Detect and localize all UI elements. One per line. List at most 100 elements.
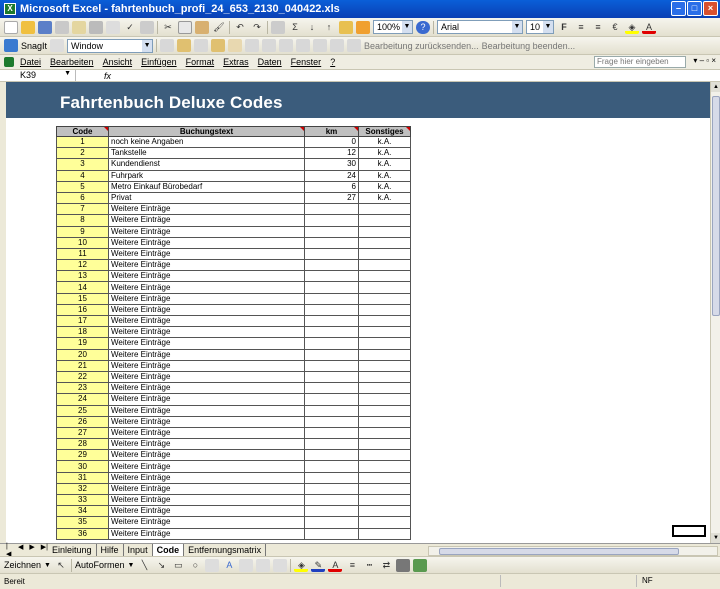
cell-km[interactable] [304,225,359,238]
format-painter-icon[interactable]: 🖌 [212,21,226,34]
workbook-icon[interactable] [4,57,14,67]
review-icon[interactable] [262,39,277,52]
review-icon[interactable] [160,39,175,52]
menu-format[interactable]: Format [186,57,215,67]
cell-buchungstext[interactable]: Weitere Einträge [108,203,305,216]
review-icon[interactable] [313,39,328,52]
cell-km[interactable] [304,259,359,272]
column-header-code[interactable]: Code [56,126,109,137]
diagram-icon[interactable] [239,558,254,572]
cell-km[interactable] [304,449,359,462]
cell-code[interactable]: 6 [56,191,109,205]
dash-style-icon[interactable]: ┅ [362,559,376,572]
cell-buchungstext[interactable]: Weitere Einträge [108,225,305,238]
draw-menu-button[interactable]: Zeichnen [4,560,41,570]
cell-km[interactable]: 12 [304,147,359,160]
cell-km[interactable] [304,326,359,339]
cell-code[interactable]: 13 [56,270,109,283]
cell-sonstiges[interactable] [358,471,411,484]
cell-sonstiges[interactable] [358,337,411,350]
cell-km[interactable]: 0 [304,135,359,149]
fill-color-icon[interactable]: ◈ [294,559,309,572]
copy-icon[interactable] [178,20,192,34]
cell-sonstiges[interactable] [358,247,411,261]
select-objects-icon[interactable]: ↖ [54,559,68,572]
menu-einfuegen[interactable]: Einfügen [141,57,177,67]
cell-code[interactable]: 28 [56,438,109,451]
cell-sonstiges[interactable] [358,393,411,406]
cell-code[interactable]: 12 [56,259,109,272]
tab-input[interactable]: Input [124,544,153,556]
cell-km[interactable] [304,337,359,350]
zoom-select[interactable]: 100% ▼ [373,20,413,34]
hyperlink-icon[interactable] [271,20,285,34]
close-button[interactable]: × [703,1,718,16]
cell-buchungstext[interactable]: Privat [108,191,305,205]
cell-sonstiges[interactable] [358,236,411,249]
cell-code[interactable]: 17 [56,314,109,328]
cell-km[interactable] [304,270,359,283]
sort-ascending-icon[interactable]: ↓ [305,21,319,34]
cell-code[interactable]: 31 [56,471,109,484]
cell-code[interactable]: 18 [56,326,109,339]
menu-datei[interactable]: Datei [20,57,41,67]
cell-code[interactable]: 14 [56,281,109,294]
cell-sonstiges[interactable]: k.A. [358,147,411,160]
cell-sonstiges[interactable] [358,326,411,339]
permission-icon[interactable] [55,20,69,34]
cell-code[interactable]: 36 [56,527,109,540]
clipart-icon[interactable] [256,558,271,572]
cell-sonstiges[interactable] [358,482,411,496]
cell-code[interactable]: 8 [56,214,109,227]
scroll-up-icon[interactable]: ▲ [711,82,720,92]
column-header-sonstiges[interactable]: Sonstiges [358,126,411,137]
cell-sonstiges[interactable] [358,438,411,451]
cell-sonstiges[interactable]: k.A. [358,169,411,182]
cell-sonstiges[interactable] [358,415,411,428]
cell-km[interactable] [304,527,359,540]
euro-icon[interactable]: € [608,21,622,34]
name-box[interactable]: K39 ▼ [0,70,76,81]
help-search-input[interactable]: Frage hier eingeben [594,56,686,68]
fill-color-icon[interactable]: ◈ [625,21,639,34]
cell-code[interactable]: 35 [56,516,109,529]
cell-sonstiges[interactable] [358,505,411,518]
cell-km[interactable] [304,415,359,428]
cell-sonstiges[interactable] [358,225,411,238]
cell-km[interactable] [304,214,359,227]
tab-entfernungsmatrix[interactable]: Entfernungsmatrix [184,544,267,556]
cell-code[interactable]: 23 [56,382,109,395]
font-size-select[interactable]: 10 ▼ [526,20,554,34]
align-left-icon[interactable]: ≡ [574,21,588,34]
cell-sonstiges[interactable] [358,281,411,294]
cell-buchungstext[interactable]: Weitere Einträge [108,493,305,507]
textbox-icon[interactable] [205,558,220,572]
cell-km[interactable]: 30 [304,158,359,171]
cell-km[interactable] [304,438,359,451]
cell-code[interactable]: 27 [56,426,109,440]
maximize-button[interactable]: □ [687,1,702,16]
cell-km[interactable] [304,292,359,305]
review-icon[interactable] [330,39,345,52]
font-select[interactable]: Arial ▼ [437,20,523,34]
drawing-icon[interactable] [356,20,370,34]
tab-hilfe[interactable]: Hilfe [97,544,124,556]
cell-code[interactable]: 26 [56,415,109,428]
review-icon[interactable] [211,39,226,52]
cell-sonstiges[interactable]: k.A. [358,180,411,193]
cell-buchungstext[interactable]: Weitere Einträge [108,527,305,540]
cell-code[interactable]: 10 [56,236,109,249]
cell-code[interactable]: 20 [56,348,109,361]
cell-km[interactable] [304,382,359,395]
spellcheck-icon[interactable]: ✓ [123,21,137,34]
cell-km[interactable] [304,460,359,473]
cell-km[interactable] [304,281,359,294]
cell-code[interactable]: 2 [56,147,109,160]
line-icon[interactable]: ╲ [137,559,151,572]
snagit-mode-select[interactable]: Window ▼ [67,38,154,53]
cell-buchungstext[interactable]: Tankstelle [108,147,305,160]
cell-buchungstext[interactable]: Weitere Einträge [108,270,305,283]
save-icon[interactable] [38,20,52,34]
line-color-icon[interactable]: ✎ [311,559,326,572]
review-icon[interactable] [194,39,209,52]
